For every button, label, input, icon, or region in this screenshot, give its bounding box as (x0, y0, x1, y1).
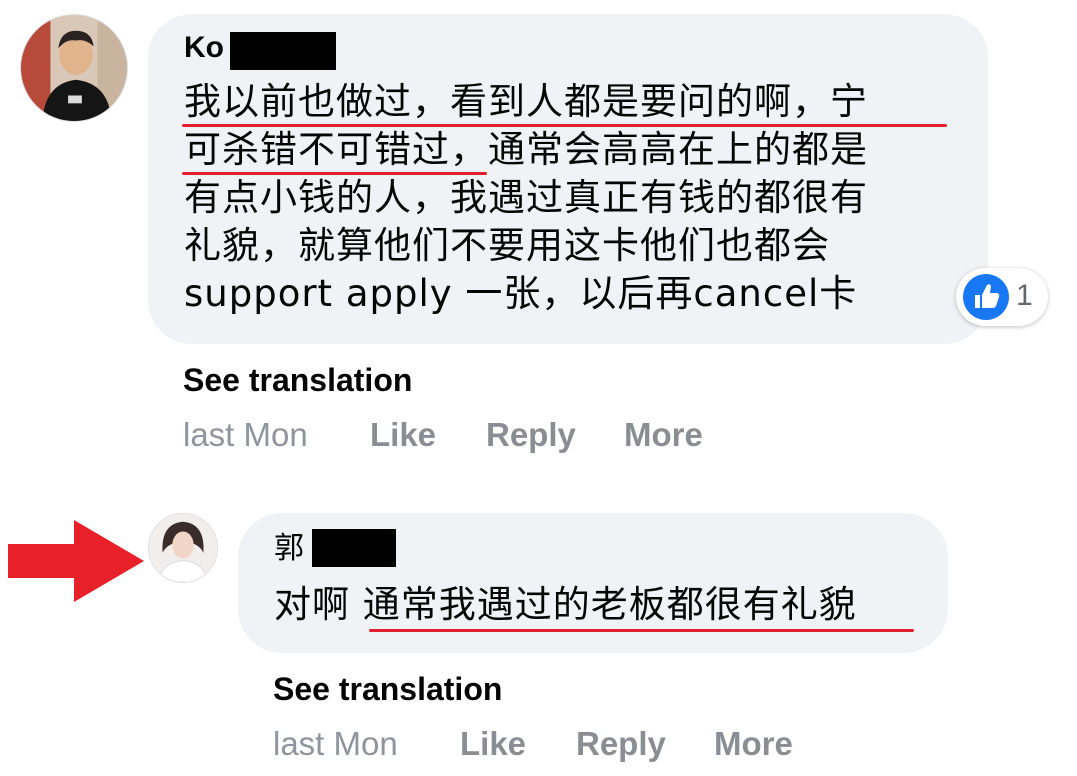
see-translation-link[interactable]: See translation (183, 360, 412, 400)
comment-text: 我以前也做过，看到人都是要问的啊，宁 可杀错不可错过，通常会高高在上的都是 有点… (184, 78, 964, 328)
highlight-underline (182, 124, 947, 127)
redaction-bar (312, 529, 396, 567)
more-button[interactable]: More (714, 724, 793, 764)
more-button[interactable]: More (624, 415, 703, 455)
comment-text-line: 可杀错不可错过，通常会高高在上的都是 (184, 128, 868, 171)
like-button[interactable]: Like (370, 415, 436, 455)
profile-photo (149, 514, 217, 582)
see-translation-link[interactable]: See translation (273, 669, 502, 709)
comment-text: 对啊 通常我遇过的老板都很有礼貌 (274, 581, 934, 631)
comment-timestamp[interactable]: last Mon (183, 415, 308, 455)
profile-photo (21, 15, 127, 121)
comment-text-line: support apply 一张，以后再cancel卡 (184, 272, 858, 315)
avatar[interactable] (148, 513, 218, 583)
like-icon (963, 274, 1009, 320)
comment-timestamp[interactable]: last Mon (273, 724, 398, 764)
reaction-count: 1 (1016, 279, 1033, 312)
comment-author[interactable]: 郭 (274, 531, 304, 567)
red-arrow-icon (8, 520, 144, 602)
highlight-underline (369, 629, 914, 632)
avatar[interactable] (20, 14, 128, 122)
reply-bubble: 郭 对啊 通常我遇过的老板都很有礼貌 (238, 513, 948, 653)
like-button[interactable]: Like (460, 724, 526, 764)
redaction-bar (230, 32, 336, 70)
reply-button[interactable]: Reply (576, 724, 666, 764)
highlight-underline (182, 172, 487, 175)
comment-text-line: 有点小钱的人，我遇过真正有钱的都很有 (184, 176, 868, 219)
comment-text-line: 对啊 通常我遇过的老板都很有礼貌 (274, 583, 857, 626)
reaction-summary[interactable]: 1 (956, 268, 1048, 326)
comment-text-line: 我以前也做过，看到人都是要问的啊，宁 (184, 80, 868, 123)
comment-bubble: Ko 我以前也做过，看到人都是要问的啊，宁 可杀错不可错过，通常会高高在上的都是… (148, 14, 988, 344)
reply-button[interactable]: Reply (486, 415, 576, 455)
comment-author[interactable]: Ko (184, 30, 224, 66)
comment-text-line: 礼貌，就算他们不要用这卡他们也都会 (184, 224, 830, 267)
